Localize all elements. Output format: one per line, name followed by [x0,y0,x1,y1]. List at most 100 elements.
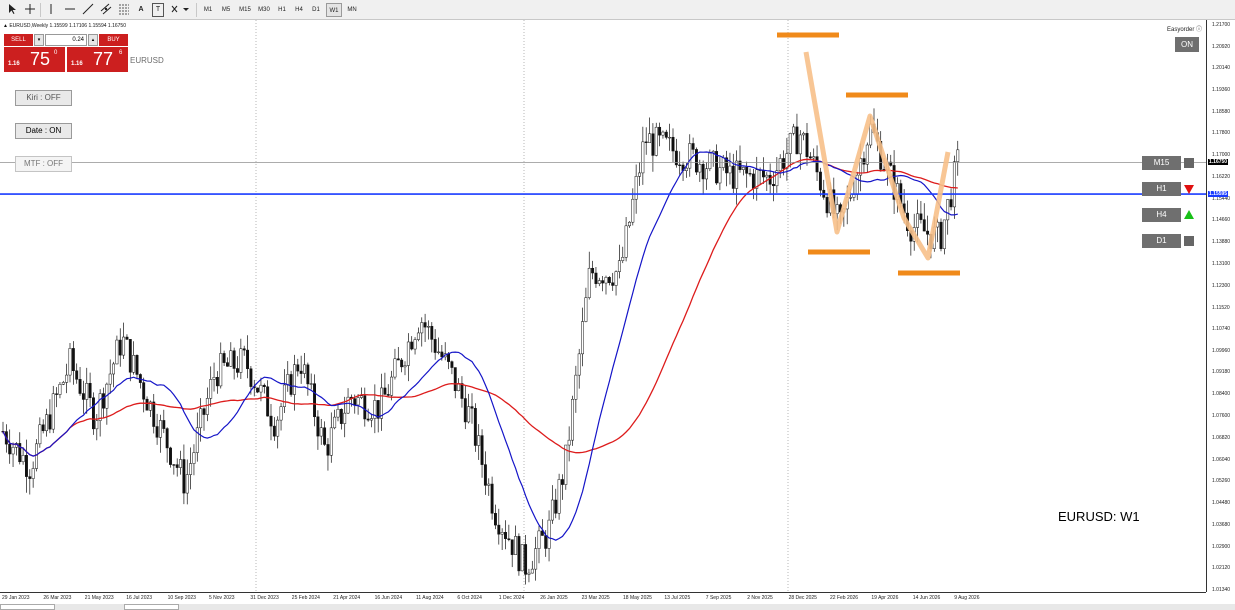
candle-body [494,513,497,526]
time-tick-label: 1 Dec 2024 [498,595,525,601]
date-toggle-button[interactable]: Date : ON [15,123,72,139]
shapes-icon[interactable] [170,3,190,17]
candle-body [778,158,782,171]
vertical-line-icon[interactable] [46,3,56,17]
candle-body [651,133,655,156]
candle-body [855,174,859,195]
kiri-toggle-button[interactable]: Kiri : OFF [15,90,72,106]
timeframe-w1[interactable]: W1 [326,3,342,17]
candle-body [423,322,427,328]
bid-quote[interactable]: 1.16 75 0 [4,47,65,72]
candle-body [289,374,293,395]
candle-body [916,213,919,228]
price-chart[interactable] [0,20,1235,610]
candle-body [299,370,303,374]
time-tick-label: 14 Jun 2026 [912,595,941,601]
candle-body [316,416,320,437]
candle-body [577,353,581,376]
candle-body [514,536,517,555]
timeframe-mn[interactable]: MN [344,3,360,17]
chart-tab[interactable] [0,604,55,610]
neutral-square-icon [1184,158,1194,168]
candle-body [48,414,52,430]
candle-body [128,339,132,373]
sell-button[interactable]: SELL [4,34,33,46]
candle-body [812,156,816,159]
mtf-toggle-button[interactable]: MTF : OFF [15,156,72,172]
timeframe-m5[interactable]: M5 [218,3,234,17]
horizontal-line-icon[interactable] [64,3,76,17]
candle-body [939,221,943,249]
price-tick-label: 1.10740 [1212,326,1231,333]
text-tool-icon[interactable]: A [136,3,146,17]
candle-body [182,459,186,494]
candle-body [380,387,384,419]
candle-body [751,173,755,189]
timeframe-m30[interactable]: M30 [255,3,273,17]
candle-body [403,365,407,368]
candle-body [28,476,32,479]
candle-body [172,464,176,466]
candle-body [175,464,179,468]
candle-body [571,399,574,441]
candle-body [236,368,239,373]
candle-body [125,336,129,340]
time-tick-label: 21 Apr 2024 [333,595,361,601]
candle-body [61,382,65,385]
candle-body [922,219,926,232]
candle-body [85,383,89,400]
time-tick-label: 9 Aug 2026 [954,595,980,601]
price-tick-label: 1.19360 [1212,86,1231,93]
cursor-icon[interactable] [6,3,18,17]
mtf-h1-box[interactable]: H1 [1142,182,1181,196]
candle-body [343,412,347,424]
candle-body [919,213,923,220]
candle-body [470,406,474,409]
candle-body [684,167,688,171]
crosshair-icon[interactable] [24,3,36,17]
mtf-m15-box[interactable]: M15 [1142,156,1181,170]
candle-body [326,444,330,456]
candle-body [71,348,75,372]
candle-body [802,133,806,136]
lot-increase-button[interactable]: ▴ [88,34,98,46]
ask-quote[interactable]: 1.16 77 6 [67,47,128,72]
channel-icon[interactable] [100,3,112,17]
chart-tab[interactable] [124,604,179,610]
moving-average-fast [2,151,958,541]
timeframe-d1[interactable]: D1 [308,3,324,17]
lot-size-input[interactable]: 0.24 [45,34,87,46]
easyorder-on-button[interactable]: ON [1175,37,1199,52]
timeframe-m1[interactable]: M1 [200,3,216,17]
candle-body [192,452,196,464]
mtf-d1-box[interactable]: D1 [1142,234,1181,248]
lot-decrease-button[interactable]: ▾ [34,34,44,46]
timeframe-h1[interactable]: H1 [274,3,290,17]
fibonacci-icon[interactable] [118,3,130,17]
toolbar-separator [40,3,41,17]
time-tick-label: 13 Jul 2025 [664,595,691,601]
candle-body [433,339,437,353]
status-bar [0,604,1235,610]
timeframe-h4[interactable]: H4 [291,3,307,17]
candle-body [430,326,434,340]
candle-body [259,384,263,393]
candle-body [765,174,769,178]
candle-body [306,364,310,385]
candle-body [956,149,960,162]
time-tick-label: 16 Jul 2023 [126,595,153,601]
candle-body [718,167,722,184]
candle-body [219,353,223,387]
buy-button[interactable]: BUY [99,34,128,46]
time-tick-label: 5 Nov 2023 [209,595,235,601]
trendline-icon[interactable] [82,3,94,17]
candle-body [420,322,424,334]
candle-body [641,141,645,174]
label-tool-icon[interactable]: T [152,3,164,17]
candle-body [276,419,280,437]
mtf-h4-box[interactable]: H4 [1142,208,1181,222]
time-tick-label: 19 Apr 2026 [871,595,899,601]
time-tick-label: 31 Dec 2023 [250,595,279,601]
timeframe-m15[interactable]: M15 [236,3,254,17]
time-tick-label: 25 Feb 2024 [291,595,320,601]
